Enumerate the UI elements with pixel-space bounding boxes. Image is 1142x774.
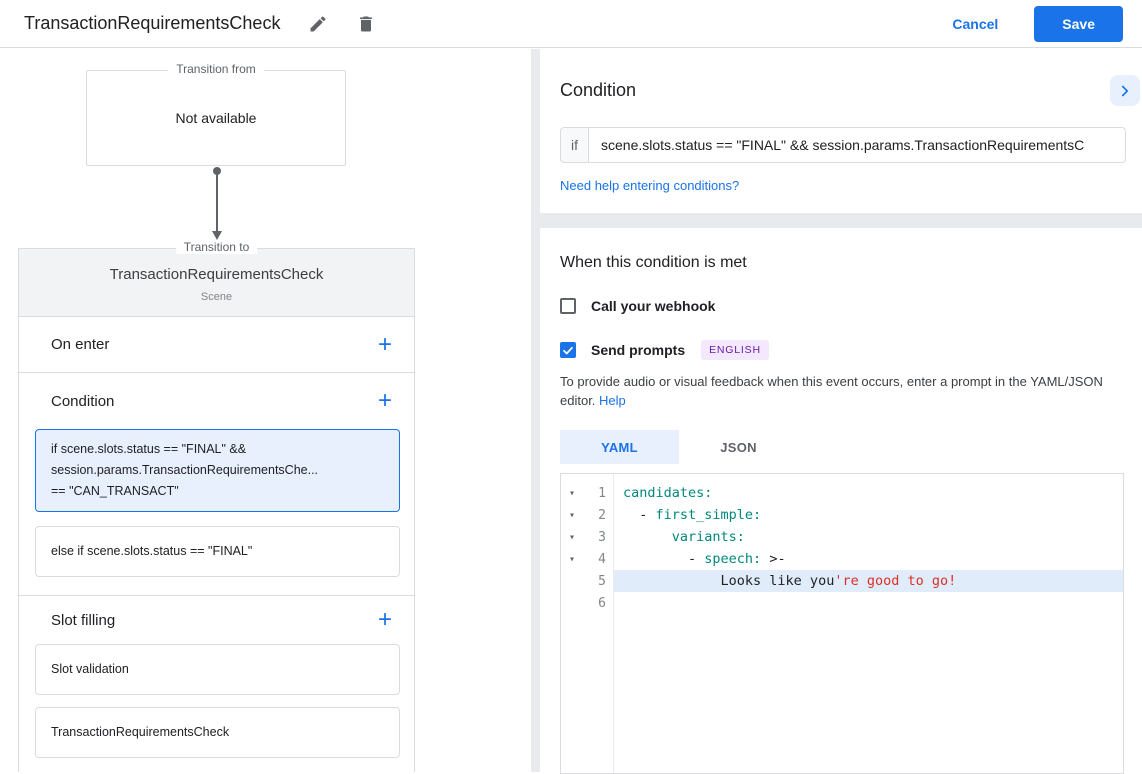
condition-section-label: Condition	[51, 393, 114, 410]
slot-chip[interactable]: Slot validation	[35, 644, 400, 695]
on-enter-label: On enter	[51, 336, 109, 353]
fold-arrow-icon[interactable]: ▾	[561, 554, 583, 565]
add-on-enter-button[interactable]: +	[378, 335, 392, 355]
code-token: 're good to go!	[834, 573, 956, 589]
line-number: 5	[583, 574, 613, 589]
when-met-card: When this condition is met Call your web…	[540, 228, 1142, 772]
prompt-description: To provide audio or visual feedback when…	[560, 372, 1124, 410]
code-line: 6	[561, 592, 1123, 614]
code-text[interactable]: variants:	[613, 526, 1123, 548]
condition-section: Condition + if scene.slots.status == "FI…	[19, 373, 414, 596]
add-slot-button[interactable]: +	[378, 610, 392, 630]
transition-to-label: Transition to	[176, 240, 258, 254]
slot-filling-section: Slot filling + Slot validation Transactio…	[19, 596, 414, 758]
fold-arrow-icon[interactable]: ▾	[561, 488, 583, 499]
transition-from-box: Transition from Not available	[86, 70, 346, 166]
language-badge: ENGLISH	[701, 340, 769, 360]
fold-arrow-icon[interactable]: ▾	[561, 532, 583, 543]
condition-chip[interactable]: else if scene.slots.status == "FINAL"	[35, 526, 400, 577]
slot-section-label: Slot filling	[51, 612, 115, 629]
when-met-title: When this condition is met	[560, 252, 1124, 274]
arrow-line	[216, 171, 218, 232]
transition-to-card: Transition to TransactionRequirementsChe…	[18, 248, 415, 772]
code-token: >-	[761, 551, 785, 567]
code-line: 5 Looks like you're good to go!	[561, 570, 1123, 592]
code-text[interactable]	[613, 592, 1123, 614]
code-line: ▾1 candidates:	[561, 482, 1123, 504]
code-line: ▾2 - first_simple:	[561, 504, 1123, 526]
slot-items: Slot validation TransactionRequirementsCh…	[35, 644, 400, 758]
arrow-head-icon	[212, 231, 222, 240]
delete-icon[interactable]	[356, 14, 376, 34]
send-prompts-label: Send prompts	[591, 342, 685, 358]
code-token: speech:	[704, 551, 761, 567]
code-text[interactable]: Looks like you're good to go!	[613, 570, 1123, 592]
chevron-right-icon	[1116, 82, 1134, 100]
scene-card-header[interactable]: TransactionRequirementsCheck Scene	[19, 249, 414, 317]
transition-arrow	[212, 167, 222, 243]
condition-editor-card: Condition if scene.slots.status == "FINA…	[540, 49, 1142, 213]
top-bar: TransactionRequirementsCheck Cancel Save	[0, 0, 1142, 48]
code-token: candidates:	[623, 485, 712, 501]
code-token: variants:	[672, 529, 745, 545]
collapse-panel-button[interactable]	[1110, 75, 1140, 106]
condition-chip[interactable]: if scene.slots.status == "FINAL" && sess…	[35, 429, 400, 512]
send-prompts-checkbox[interactable]	[560, 342, 576, 358]
gutter-separator	[613, 474, 614, 773]
line-number: 3	[583, 530, 613, 545]
scene-card-title: TransactionRequirementsCheck	[31, 266, 402, 283]
tab-json[interactable]: JSON	[679, 430, 798, 464]
webhook-label: Call your webhook	[591, 298, 715, 314]
add-condition-button[interactable]: +	[378, 391, 392, 411]
slot-chip[interactable]: TransactionRequirementsCheck	[35, 707, 400, 758]
code-token: -	[623, 551, 704, 567]
code-text[interactable]: - first_simple:	[613, 504, 1123, 526]
scene-card-subtitle: Scene	[31, 291, 402, 303]
webhook-checkbox[interactable]	[560, 298, 576, 314]
save-button[interactable]: Save	[1034, 6, 1123, 42]
page-title: TransactionRequirementsCheck	[24, 13, 280, 34]
line-number: 1	[583, 486, 613, 501]
fold-arrow-icon[interactable]: ▾	[561, 510, 583, 521]
send-prompts-row: Send prompts ENGLISH	[560, 340, 1124, 360]
transition-from-label: Transition from	[168, 62, 264, 76]
condition-panel-title: Condition	[560, 79, 1126, 101]
line-number: 4	[583, 552, 613, 567]
scene-diagram-panel: Transition from Not available Transition…	[0, 49, 531, 772]
transition-from-value: Not available	[87, 71, 345, 165]
line-number: 6	[583, 596, 613, 611]
if-prefix: if	[560, 127, 588, 163]
editor-tabs: YAMLJSON	[560, 430, 1124, 464]
code-token: -	[623, 507, 656, 523]
code-line: ▾3 variants:	[561, 526, 1123, 548]
yaml-code-editor[interactable]: ▾1candidates:▾2 - first_simple:▾3 varian…	[560, 473, 1124, 774]
edit-icon[interactable]	[308, 14, 328, 34]
condition-expression-input[interactable]: scene.slots.status == "FINAL" && session…	[588, 127, 1126, 163]
webhook-row: Call your webhook	[560, 298, 1124, 314]
code-lines: ▾1candidates:▾2 - first_simple:▾3 varian…	[561, 482, 1123, 614]
help-link[interactable]: Help	[599, 393, 626, 408]
code-text[interactable]: - speech: >-	[613, 548, 1123, 570]
code-token	[623, 529, 672, 545]
code-token: Looks like you	[623, 573, 834, 589]
prompt-description-text: To provide audio or visual feedback when…	[560, 374, 1103, 408]
condition-section-header: Condition +	[19, 373, 414, 429]
condition-help-link[interactable]: Need help entering conditions?	[560, 178, 739, 193]
code-text[interactable]: candidates:	[613, 482, 1123, 504]
cancel-button[interactable]: Cancel	[952, 16, 998, 32]
on-enter-row[interactable]: On enter +	[19, 317, 414, 373]
detail-panel: Condition if scene.slots.status == "FINA…	[531, 49, 1142, 772]
code-token: first_simple:	[656, 507, 762, 523]
condition-items: if scene.slots.status == "FINAL" && sess…	[35, 429, 400, 577]
code-line: ▾4 - speech: >-	[561, 548, 1123, 570]
check-icon	[562, 344, 574, 357]
tab-yaml[interactable]: YAML	[560, 430, 679, 464]
condition-input-row: if scene.slots.status == "FINAL" && sess…	[560, 127, 1126, 163]
slot-section-header: Slot filling +	[19, 596, 414, 644]
line-number: 2	[583, 508, 613, 523]
